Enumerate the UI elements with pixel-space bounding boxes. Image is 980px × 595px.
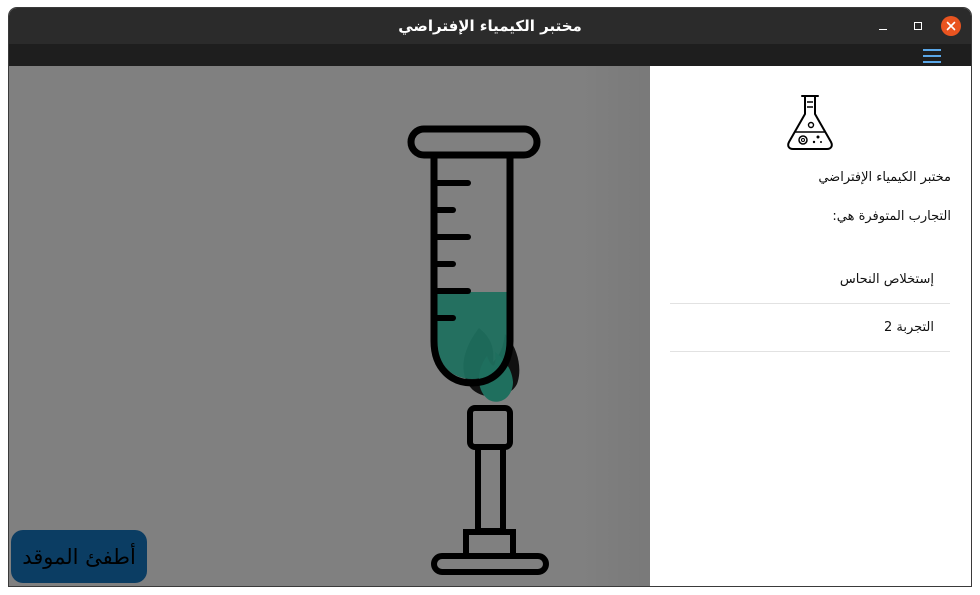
lab-scene	[407, 125, 549, 575]
window-title: مختبر الكيمياء الإفتراضي	[398, 17, 582, 35]
test-tube-icon	[407, 125, 541, 387]
turn-off-burner-button[interactable]: أطفئ الموقد	[11, 530, 147, 583]
minimize-icon[interactable]	[873, 16, 893, 36]
close-icon[interactable]	[941, 16, 961, 36]
bunsen-burner-icon	[431, 405, 549, 575]
experiment-item-copper-extraction[interactable]: إستخلاص النحاس	[670, 256, 950, 304]
title-bar: مختبر الكيمياء الإفتراضي	[9, 8, 971, 44]
experiment-item-2[interactable]: التجربة 2	[670, 304, 950, 352]
maximize-icon[interactable]	[908, 16, 928, 36]
lab-canvas: أطفئ الموقد	[9, 66, 650, 586]
app-name-label: مختبر الكيمياء الإفتراضي	[818, 170, 951, 185]
experiments-sidebar: مختبر الكيمياء الإفتراضي التجارب المتوفر…	[650, 66, 971, 586]
experiment-list: إستخلاص النحاس التجربة 2	[670, 256, 950, 352]
menu-bar	[9, 44, 971, 66]
app-window: مختبر الكيمياء الإفتراضي أطفئ الموقد مخت…	[9, 8, 971, 586]
hamburger-menu-icon[interactable]	[923, 49, 943, 63]
flask-icon	[787, 95, 833, 150]
available-experiments-label: التجارب المتوفرة هي:	[832, 209, 951, 224]
